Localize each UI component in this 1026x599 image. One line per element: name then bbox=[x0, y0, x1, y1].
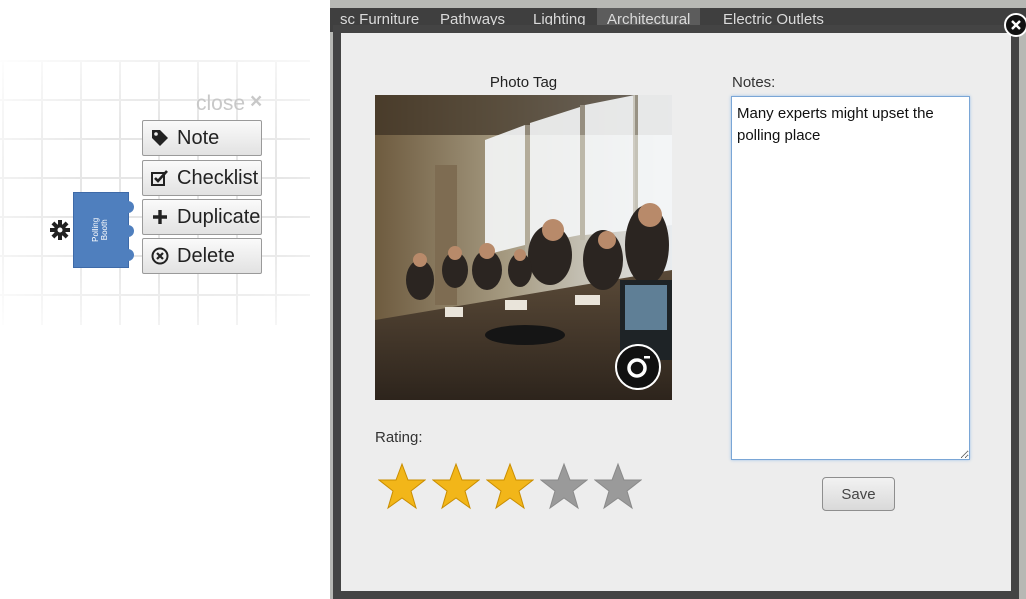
polling-booth-object[interactable]: Polling Booth bbox=[73, 192, 134, 268]
photo-tag-title: Photo Tag bbox=[489, 74, 558, 91]
star-filled-icon[interactable] bbox=[486, 462, 534, 512]
booth-label: Polling Booth bbox=[91, 203, 110, 257]
duplicate-label: Duplicate bbox=[177, 206, 261, 228]
star-filled-icon[interactable] bbox=[378, 462, 426, 512]
rating-label: Rating: bbox=[375, 429, 423, 446]
duplicate-button[interactable]: Duplicate bbox=[142, 199, 262, 235]
plus-icon bbox=[143, 207, 177, 227]
star-rating[interactable] bbox=[378, 462, 642, 512]
checklist-label: Checklist bbox=[177, 167, 259, 189]
note-label: Note bbox=[177, 127, 220, 149]
dialog-close-icon[interactable] bbox=[1004, 13, 1026, 37]
notes-textarea[interactable]: Many experts might upset the polling pla… bbox=[731, 96, 970, 460]
star-empty-icon[interactable] bbox=[540, 462, 588, 512]
tag-icon bbox=[143, 128, 177, 148]
star-filled-icon[interactable] bbox=[432, 462, 480, 512]
checkbox-icon bbox=[143, 168, 177, 188]
delete-button[interactable]: Delete bbox=[142, 238, 262, 274]
camera-button[interactable] bbox=[615, 344, 661, 390]
note-button[interactable]: Note bbox=[142, 120, 262, 156]
close-menu-icon[interactable]: × bbox=[250, 90, 262, 114]
notes-label: Notes: bbox=[732, 74, 776, 91]
x-circle-icon bbox=[143, 246, 177, 266]
checklist-button[interactable]: Checklist bbox=[142, 160, 262, 196]
star-empty-icon[interactable] bbox=[594, 462, 642, 512]
save-button[interactable]: Save bbox=[822, 477, 895, 511]
gear-icon[interactable] bbox=[49, 219, 71, 246]
delete-label: Delete bbox=[177, 245, 235, 267]
close-menu-link[interactable]: close bbox=[196, 92, 245, 116]
booth-label-line2: Booth bbox=[100, 219, 109, 241]
